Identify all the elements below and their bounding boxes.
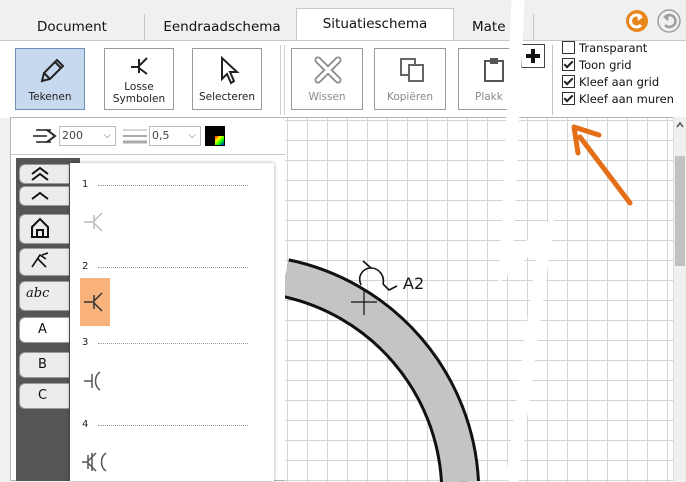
arrow-annotation <box>571 124 633 206</box>
lightning-annotation <box>498 0 555 481</box>
